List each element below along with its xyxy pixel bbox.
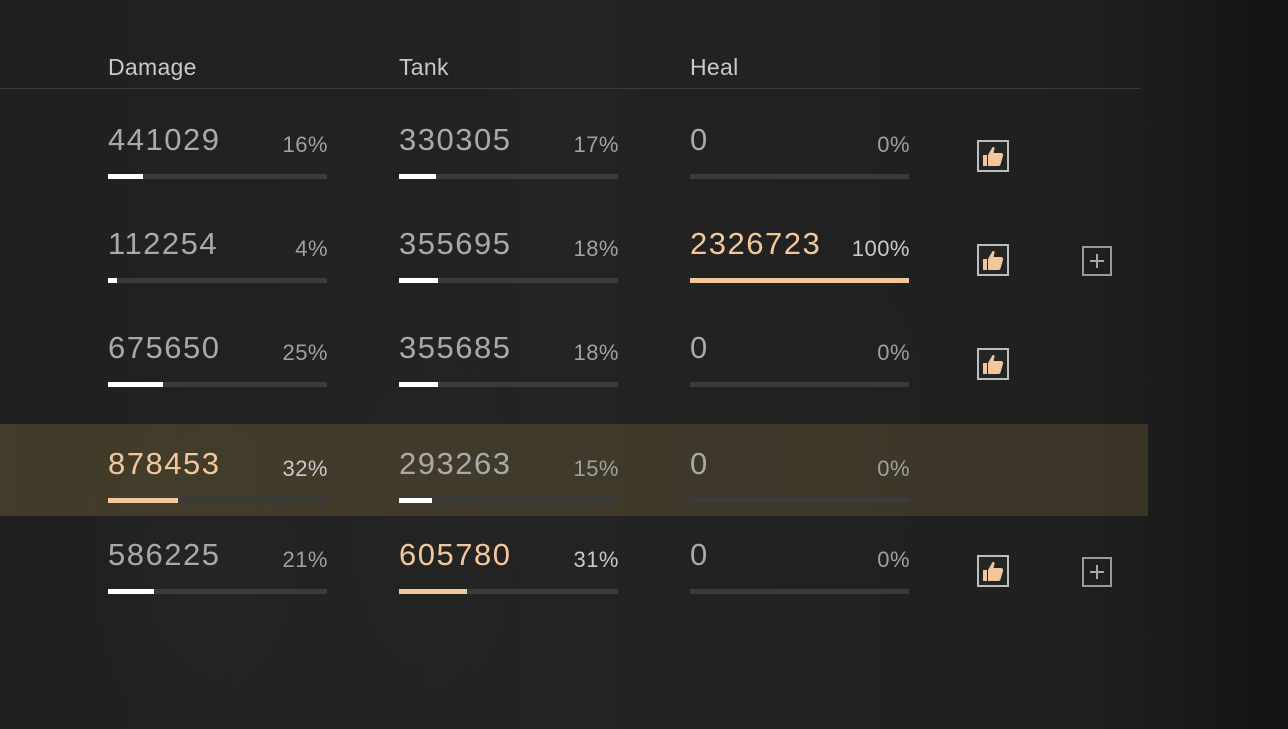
tank-value: 293263	[399, 446, 512, 481]
heal-stat-cell: 2326723 100%	[690, 204, 910, 296]
add-friend-button[interactable]	[1082, 557, 1112, 587]
damage-stat-cell: 441029 16%	[108, 100, 328, 192]
thumbs-up-icon	[981, 249, 1005, 271]
player-row: 675650 25% 355685 18% 0 0%	[0, 308, 1148, 400]
tank-column-header: Tank	[399, 54, 449, 80]
tank-progress-fill	[399, 589, 467, 594]
plus-square-icon	[1088, 563, 1106, 581]
player-row: 441029 16% 330305 17% 0 0%	[0, 100, 1148, 192]
tank-value: 605780	[399, 537, 512, 572]
commend-button[interactable]	[977, 555, 1009, 587]
tank-progress-fill	[399, 498, 432, 503]
heal-value: 0	[690, 537, 709, 572]
tank-progress-fill	[399, 382, 439, 387]
heal-value: 0	[690, 446, 709, 481]
thumbs-up-glyph	[983, 250, 1004, 270]
damage-percent: 32%	[282, 456, 328, 481]
tank-value: 330305	[399, 122, 512, 157]
tank-value: 355685	[399, 330, 512, 365]
heal-percent: 0%	[877, 456, 910, 481]
damage-stat-cell: 112254 4%	[108, 204, 328, 296]
player-row: 586225 21% 605780 31% 0 0%	[0, 515, 1148, 607]
commend-button[interactable]	[977, 140, 1009, 172]
heal-stat-cell: 0 0%	[690, 100, 910, 192]
heal-stat-cell: 0 0%	[690, 515, 910, 607]
tank-percent: 18%	[573, 340, 619, 365]
scoreboard: Damage Tank Heal 441029 16% 330305 17% 0 0% 11…	[0, 0, 1288, 729]
damage-value: 586225	[108, 537, 221, 572]
damage-progress-fill	[108, 498, 179, 503]
heal-stat-cell: 0 0%	[690, 308, 910, 400]
damage-percent: 25%	[282, 340, 328, 365]
tank-progress-bar	[399, 498, 618, 503]
heal-progress-bar	[690, 498, 909, 503]
damage-value: 675650	[108, 330, 221, 365]
heal-progress-bar	[690, 174, 909, 179]
tank-progress-bar	[399, 174, 618, 179]
heal-value: 0	[690, 330, 709, 365]
plus-square-icon	[1088, 252, 1106, 270]
heal-percent: 0%	[877, 547, 910, 572]
damage-progress-fill	[108, 174, 144, 179]
tank-stat-cell: 293263 15%	[399, 424, 619, 516]
tank-stat-cell: 355695 18%	[399, 204, 619, 296]
damage-column-header: Damage	[108, 54, 197, 80]
tank-progress-fill	[399, 278, 439, 283]
thumbs-up-icon	[981, 560, 1005, 582]
tank-value: 355695	[399, 226, 512, 261]
damage-stat-cell: 586225 21%	[108, 515, 328, 607]
damage-value: 441029	[108, 122, 221, 157]
heal-progress-fill	[690, 278, 909, 283]
thumbs-up-glyph	[983, 146, 1004, 166]
heal-percent: 0%	[877, 340, 910, 365]
tank-percent: 17%	[573, 132, 619, 157]
heal-progress-bar	[690, 589, 909, 594]
thumbs-up-icon	[981, 145, 1005, 167]
tank-stat-cell: 330305 17%	[399, 100, 619, 192]
heal-value: 0	[690, 122, 709, 157]
damage-percent: 21%	[282, 547, 328, 572]
tank-progress-bar	[399, 278, 618, 283]
damage-progress-fill	[108, 589, 154, 594]
plus-glyph	[1090, 254, 1104, 268]
tank-stat-cell: 355685 18%	[399, 308, 619, 400]
damage-stat-cell: 675650 25%	[108, 308, 328, 400]
heal-progress-bar	[690, 382, 909, 387]
tank-percent: 31%	[573, 547, 619, 572]
damage-progress-bar	[108, 382, 327, 387]
tank-stat-cell: 605780 31%	[399, 515, 619, 607]
damage-percent: 4%	[295, 236, 328, 261]
tank-progress-bar	[399, 589, 618, 594]
damage-value: 112254	[108, 226, 219, 261]
commend-button[interactable]	[977, 244, 1009, 276]
damage-progress-fill	[108, 278, 117, 283]
tank-progress-bar	[399, 382, 618, 387]
heal-value: 2326723	[690, 226, 822, 261]
tank-progress-fill	[399, 174, 437, 179]
damage-progress-bar	[108, 498, 327, 503]
plus-glyph	[1090, 565, 1104, 579]
thumbs-up-glyph	[983, 354, 1004, 374]
damage-value: 878453	[108, 446, 221, 481]
damage-progress-bar	[108, 589, 327, 594]
thumbs-up-glyph	[983, 561, 1004, 581]
add-friend-button[interactable]	[1082, 246, 1112, 276]
commend-button[interactable]	[977, 348, 1009, 380]
damage-progress-bar	[108, 278, 327, 283]
heal-progress-bar	[690, 278, 909, 283]
heal-percent: 100%	[851, 236, 910, 261]
thumbs-up-icon	[981, 353, 1005, 375]
damage-progress-fill	[108, 382, 163, 387]
player-row: 112254 4% 355695 18% 2326723 100%	[0, 204, 1148, 296]
heal-stat-cell: 0 0%	[690, 424, 910, 516]
tank-percent: 18%	[573, 236, 619, 261]
heal-column-header: Heal	[690, 54, 739, 80]
scoreboard-header: Damage Tank Heal	[0, 40, 1140, 89]
damage-stat-cell: 878453 32%	[108, 424, 328, 516]
damage-progress-bar	[108, 174, 327, 179]
player-row-self: 878453 32% 293263 15% 0 0%	[0, 424, 1148, 516]
tank-percent: 15%	[573, 456, 619, 481]
damage-percent: 16%	[282, 132, 328, 157]
heal-percent: 0%	[877, 132, 910, 157]
